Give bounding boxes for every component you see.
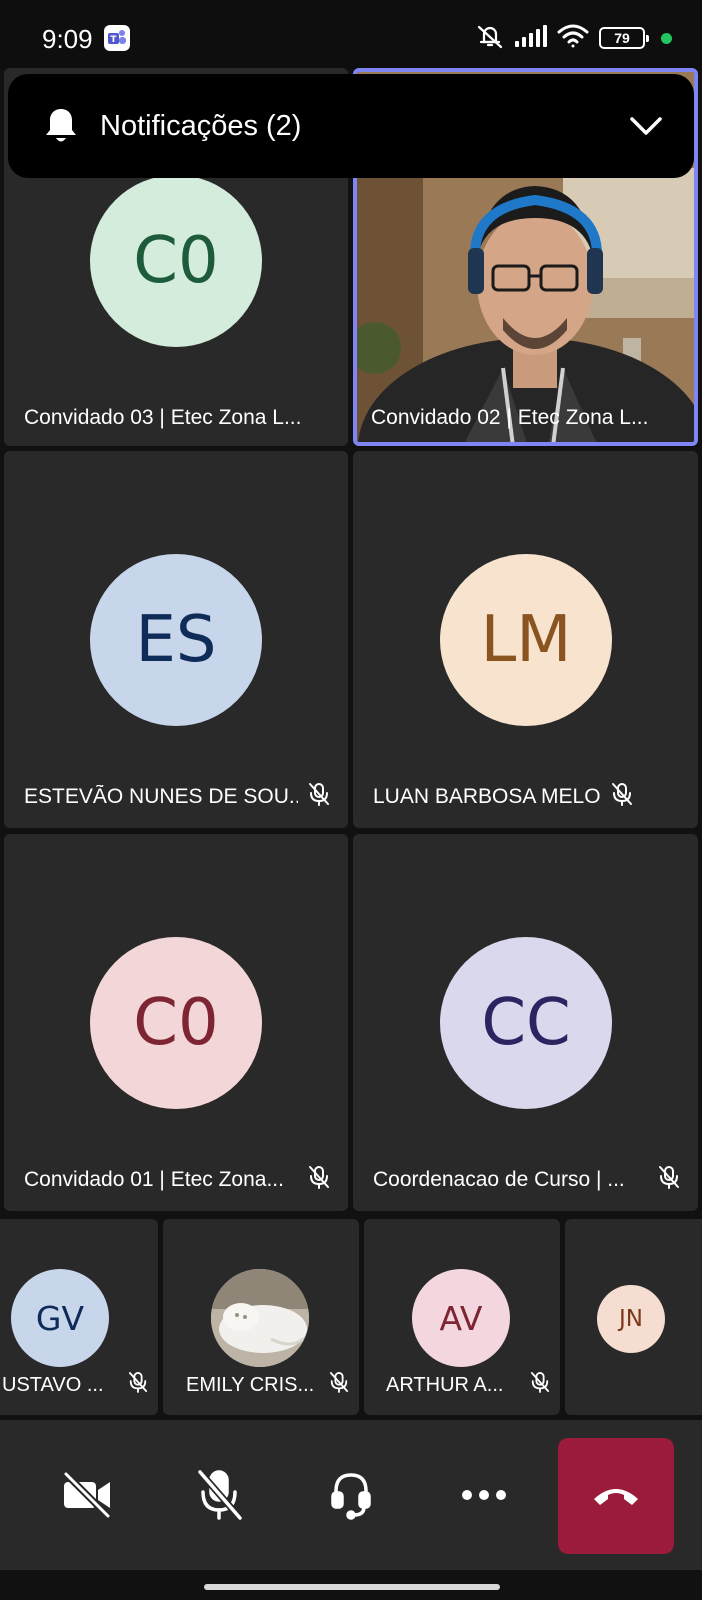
participant-tile[interactable]: ES ESTEVÃO NUNES DE SOU...	[4, 451, 348, 828]
notifications-banner[interactable]: Notificações (2)	[8, 74, 694, 178]
wifi-icon	[557, 24, 589, 53]
more-options-button[interactable]	[449, 1460, 519, 1530]
chevron-down-icon[interactable]	[628, 114, 664, 143]
camera-off-icon	[63, 1471, 111, 1519]
participant-avatar: ES	[90, 554, 262, 726]
mic-off-icon	[658, 1165, 680, 1195]
participant-name: USTAVO ...	[2, 1371, 148, 1399]
privacy-indicator-dot	[661, 32, 672, 44]
participant-tile-small[interactable]: AV ARTHUR A...	[364, 1219, 560, 1415]
teams-app-icon: T	[104, 25, 130, 51]
mic-off-icon	[308, 1165, 330, 1195]
participant-name: LUAN BARBOSA MELO	[373, 782, 680, 812]
avatar-initials: C0	[133, 986, 219, 1060]
participant-name: ARTHUR A...	[386, 1371, 550, 1399]
participant-name-text: Convidado 01 | Etec Zona...	[24, 1168, 284, 1191]
participant-name: ESTEVÃO NUNES DE SOU...	[24, 782, 330, 812]
mic-off-icon	[611, 782, 633, 812]
participant-name: Convidado 03 | Etec Zona L...	[24, 406, 330, 430]
silent-mode-icon	[475, 21, 505, 56]
hang-up-icon	[594, 1489, 638, 1505]
participant-name-text: ARTHUR A...	[386, 1373, 504, 1396]
avatar-initials: C0	[133, 224, 219, 298]
home-indicator[interactable]	[204, 1584, 500, 1590]
audio-device-button[interactable]	[316, 1460, 386, 1530]
hang-up-button[interactable]	[558, 1438, 674, 1554]
mic-off-icon	[530, 1371, 550, 1399]
participant-name-text: Convidado 02 | Etec Zona L...	[371, 406, 649, 429]
participant-avatar: CC	[440, 937, 612, 1109]
mic-off-icon	[196, 1468, 244, 1522]
participant-name-text: Coordenacao de Curso | ...	[373, 1168, 625, 1191]
participant-name-text: Convidado 03 | Etec Zona L...	[24, 406, 302, 429]
participant-name: EMILY CRIS...	[186, 1371, 349, 1399]
headset-icon	[331, 1473, 371, 1520]
participant-tile-small[interactable]: GV USTAVO ...	[0, 1219, 158, 1415]
status-time: 9:09	[42, 24, 93, 54]
participant-name-text: EMILY CRIS...	[186, 1373, 315, 1396]
status-bar: 9:09 T 79	[0, 0, 702, 70]
participant-tile[interactable]: CC Coordenacao de Curso | ...	[353, 834, 698, 1211]
participant-name: Convidado 02 | Etec Zona L...	[371, 406, 676, 430]
notifications-label: Notificações (2)	[100, 110, 302, 142]
mic-toggle-button[interactable]	[184, 1460, 254, 1530]
participant-name-text: ESTEVÃO NUNES DE SOU...	[24, 785, 298, 808]
participant-avatar: AV	[412, 1269, 510, 1367]
participant-tile-small[interactable]: JN	[565, 1219, 702, 1415]
participant-tile-small[interactable]: EMILY CRIS...	[163, 1219, 359, 1415]
avatar-initials: CC	[481, 986, 571, 1060]
avatar-initials: JN	[619, 1306, 643, 1332]
participant-avatar: C0	[90, 937, 262, 1109]
signal-icon	[515, 24, 547, 52]
battery-icon: 79	[599, 27, 649, 49]
avatar-initials: LM	[480, 603, 572, 677]
participant-tile[interactable]: LM LUAN BARBOSA MELO	[353, 451, 698, 828]
avatar-initials: ES	[135, 603, 217, 677]
mic-off-icon	[329, 1371, 349, 1399]
participant-name-text: LUAN BARBOSA MELO	[373, 785, 601, 808]
participant-avatar: JN	[597, 1285, 665, 1353]
avatar-initials: GV	[35, 1298, 85, 1338]
participant-tile[interactable]: C0 Convidado 01 | Etec Zona...	[4, 834, 348, 1211]
call-controls-bar	[0, 1420, 702, 1570]
svg-text:T: T	[110, 35, 117, 45]
participant-name-text: USTAVO ...	[2, 1373, 104, 1396]
participant-avatar: LM	[440, 554, 612, 726]
more-horizontal-icon	[462, 1490, 506, 1500]
participant-photo	[211, 1269, 309, 1367]
participant-avatar: C0	[90, 175, 262, 347]
participant-avatar: GV	[11, 1269, 109, 1367]
battery-level: 79	[614, 30, 630, 46]
participant-name: Coordenacao de Curso | ...	[373, 1165, 680, 1195]
mic-off-icon	[308, 782, 330, 812]
avatar-initials: AV	[439, 1298, 483, 1338]
mic-off-icon	[128, 1371, 148, 1399]
participant-name: Convidado 01 | Etec Zona...	[24, 1165, 330, 1195]
bell-icon	[42, 106, 80, 151]
camera-toggle-button[interactable]	[52, 1460, 122, 1530]
